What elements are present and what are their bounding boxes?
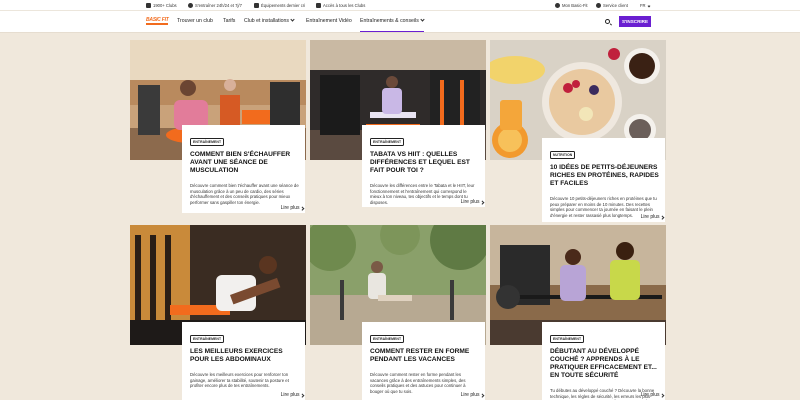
card-title: Les meilleurs exercices pour les abdomin… bbox=[190, 347, 283, 363]
user-icon bbox=[555, 3, 560, 8]
nav-video-training[interactable]: Entraînement Vidéo bbox=[306, 18, 352, 24]
clock-icon bbox=[188, 3, 193, 8]
card-tabata[interactable]: Entraînement Tabata vs HIIT : quelles di… bbox=[362, 125, 485, 207]
card-warmup[interactable]: Entraînement Comment bien s'échauffer av… bbox=[182, 125, 305, 213]
arrow-right-icon bbox=[299, 205, 304, 210]
arrow-right-icon bbox=[659, 392, 664, 397]
chevron-down-icon bbox=[647, 4, 651, 7]
card-tag: Nutrition bbox=[550, 151, 576, 159]
card-tag: Entraînement bbox=[370, 138, 405, 146]
search-icon[interactable] bbox=[605, 19, 610, 24]
language-select[interactable]: FR bbox=[640, 3, 651, 8]
arrow-right-icon bbox=[479, 392, 484, 397]
card-title: Comment rester en forme pendant les vaca… bbox=[370, 347, 470, 363]
nav-pricing[interactable]: Tarifs bbox=[223, 18, 235, 24]
card-title: 10 idées de petits-déjeuners riches en p… bbox=[550, 163, 659, 187]
card-vacation[interactable]: Entraînement Comment rester en forme pen… bbox=[362, 322, 485, 400]
card-tag: Entraînement bbox=[370, 335, 405, 343]
card-tag: Entraînement bbox=[550, 335, 585, 343]
signup-button[interactable]: S'INSCRIRE bbox=[619, 16, 651, 27]
card-tag: Entraînement bbox=[190, 335, 225, 343]
read-more-link[interactable]: Lire plus bbox=[641, 214, 664, 220]
nav-clubs-facilities[interactable]: Club et installations bbox=[244, 17, 295, 24]
main-nav: BASIC FIT Trouver un club Tarifs Club et… bbox=[0, 11, 800, 33]
card-abs[interactable]: Entraînement Les meilleurs exercices pou… bbox=[182, 322, 305, 400]
topbar-item-clubs: 1900+ Clubs bbox=[146, 3, 177, 8]
card-bench-press[interactable]: Entraînement Débutant au développé couch… bbox=[542, 322, 665, 400]
read-more-link[interactable]: Lire plus bbox=[461, 392, 484, 398]
read-more-link[interactable]: Lire plus bbox=[461, 199, 484, 205]
card-title: Comment bien s'échauffer avant une séanc… bbox=[190, 150, 291, 174]
card-tag: Entraînement bbox=[190, 138, 225, 146]
key-icon bbox=[316, 3, 321, 8]
read-more-link[interactable]: Lire plus bbox=[281, 205, 304, 211]
help-icon bbox=[596, 3, 601, 8]
read-more-link[interactable]: Lire plus bbox=[281, 392, 304, 398]
building-icon bbox=[146, 3, 151, 8]
card-title: Tabata vs HIIT : quelles différences et … bbox=[370, 150, 470, 174]
topbar-item-equipment: Équipements dernier cri bbox=[254, 3, 305, 8]
topbar-item-hours: S'entraîner 24h/24 et 7j/7 bbox=[188, 3, 242, 8]
card-description: Découvre les meilleurs exercices pour re… bbox=[190, 371, 289, 389]
nav-training-tips[interactable]: Entraînements & conseils bbox=[360, 17, 425, 32]
arrow-right-icon bbox=[299, 392, 304, 397]
read-more-link[interactable]: Lire plus bbox=[641, 392, 664, 398]
account-link[interactable]: Mon Basic-Fit bbox=[555, 3, 588, 8]
card-title: Débutant au développé couché ? Apprends … bbox=[550, 347, 657, 379]
topbar-item-access: Accès à tous les Clubs bbox=[316, 3, 365, 8]
service-link[interactable]: Service client bbox=[596, 3, 628, 8]
arrow-right-icon bbox=[479, 199, 484, 204]
card-breakfast[interactable]: Nutrition 10 idées de petits-déjeuners r… bbox=[542, 138, 665, 222]
dumbbell-icon bbox=[254, 3, 259, 8]
chevron-down-icon bbox=[290, 17, 295, 22]
arrow-right-icon bbox=[659, 214, 664, 219]
top-info-bar: 1900+ Clubs S'entraîner 24h/24 et 7j/7 É… bbox=[0, 0, 800, 11]
chevron-down-icon bbox=[420, 17, 425, 22]
logo[interactable]: BASIC FIT bbox=[146, 17, 169, 26]
card-description: Découvre comment bien t'échauffer avant … bbox=[190, 182, 299, 206]
nav-find-club[interactable]: Trouver un club bbox=[177, 18, 213, 24]
